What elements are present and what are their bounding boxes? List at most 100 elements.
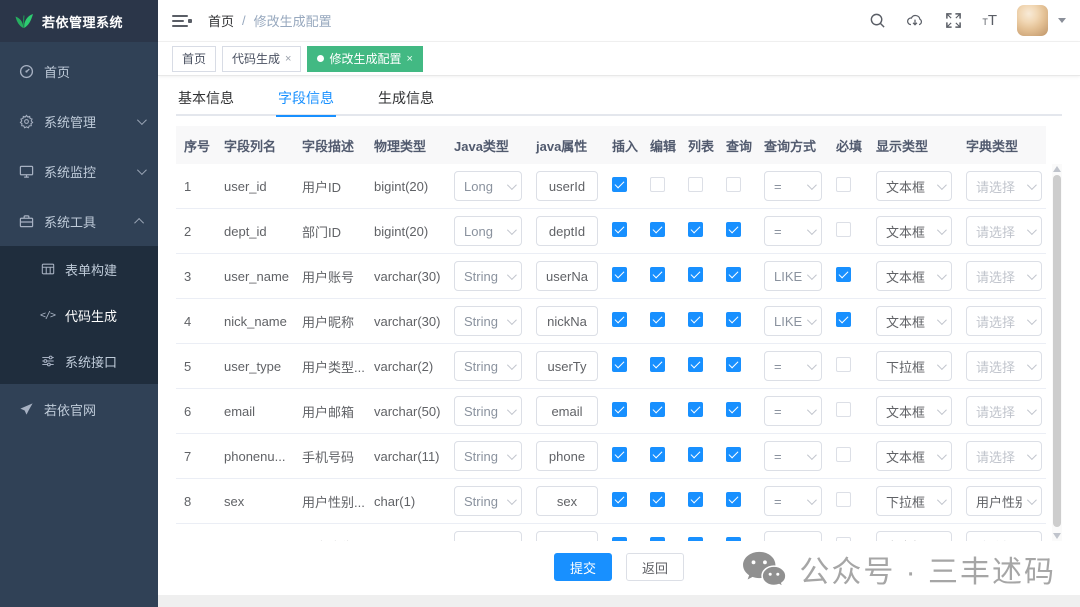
- sidebar-item-ruoyi-website[interactable]: 若依官网: [0, 384, 158, 434]
- java-field-input[interactable]: deptId: [536, 216, 598, 246]
- java-field-input[interactable]: phone: [536, 441, 598, 471]
- java-field-input[interactable]: nickNa: [536, 306, 598, 336]
- query-type-select[interactable]: =: [764, 531, 822, 541]
- edit-checkbox[interactable]: [650, 447, 665, 462]
- java-type-select[interactable]: String: [454, 261, 522, 291]
- display-type-select[interactable]: 文本框: [876, 306, 952, 336]
- query-type-select[interactable]: =: [764, 216, 822, 246]
- query-type-select[interactable]: LIKE: [764, 261, 822, 291]
- font-size-icon[interactable]: TT: [982, 13, 997, 28]
- scrollbar-thumb[interactable]: [1053, 175, 1061, 527]
- query-checkbox[interactable]: [726, 267, 741, 282]
- list-checkbox[interactable]: [688, 267, 703, 282]
- java-field-input[interactable]: userNa: [536, 261, 598, 291]
- query-checkbox[interactable]: [726, 492, 741, 507]
- insert-checkbox[interactable]: [612, 447, 627, 462]
- dict-type-select[interactable]: 请选择: [966, 351, 1042, 381]
- dict-type-select[interactable]: 用户性别: [966, 486, 1042, 516]
- scroll-down-arrow-icon[interactable]: [1053, 533, 1061, 539]
- query-type-select[interactable]: =: [764, 171, 822, 201]
- java-field-input[interactable]: userTy: [536, 351, 598, 381]
- display-type-select[interactable]: 文本框: [876, 171, 952, 201]
- insert-checkbox[interactable]: [612, 267, 627, 282]
- close-icon[interactable]: ×: [285, 53, 291, 65]
- tag-home[interactable]: 首页: [172, 46, 216, 72]
- query-type-select[interactable]: =: [764, 441, 822, 471]
- display-type-select[interactable]: 文本框: [876, 216, 952, 246]
- query-type-select[interactable]: =: [764, 351, 822, 381]
- java-field-input[interactable]: userId: [536, 171, 598, 201]
- required-checkbox[interactable]: [836, 177, 851, 192]
- submit-button[interactable]: 提交: [554, 553, 612, 581]
- java-type-select[interactable]: String: [454, 441, 522, 471]
- query-type-select[interactable]: LIKE: [764, 306, 822, 336]
- java-type-select[interactable]: String: [454, 531, 522, 541]
- dict-type-select[interactable]: 请选择: [966, 171, 1042, 201]
- tag-edit-gen-config[interactable]: 修改生成配置 ×: [307, 46, 422, 72]
- display-type-select[interactable]: 下拉框: [876, 351, 952, 381]
- list-checkbox[interactable]: [688, 177, 703, 192]
- display-type-select[interactable]: 文本框: [876, 531, 952, 541]
- fullscreen-icon[interactable]: [944, 12, 962, 30]
- required-checkbox[interactable]: [836, 267, 851, 282]
- list-checkbox[interactable]: [688, 447, 703, 462]
- query-checkbox[interactable]: [726, 222, 741, 237]
- display-type-select[interactable]: 文本框: [876, 396, 952, 426]
- query-type-select[interactable]: =: [764, 396, 822, 426]
- dict-type-select[interactable]: 请选择: [966, 441, 1042, 471]
- java-field-input[interactable]: avatar: [536, 531, 598, 541]
- list-checkbox[interactable]: [688, 492, 703, 507]
- cloud-download-icon[interactable]: [906, 12, 924, 30]
- sidebar-item-system-tools[interactable]: 系统工具: [0, 196, 158, 246]
- sidebar-item-system-management[interactable]: 系统管理: [0, 96, 158, 146]
- insert-checkbox[interactable]: [612, 402, 627, 417]
- dict-type-select[interactable]: 请选择: [966, 396, 1042, 426]
- sidebar-collapse-icon[interactable]: [172, 13, 192, 29]
- java-field-input[interactable]: email: [536, 396, 598, 426]
- edit-checkbox[interactable]: [650, 177, 665, 192]
- sidebar-item-code-generation[interactable]: </> 代码生成: [0, 292, 158, 338]
- sidebar-item-form-builder[interactable]: 表单构建: [0, 246, 158, 292]
- java-type-select[interactable]: String: [454, 351, 522, 381]
- required-checkbox[interactable]: [836, 492, 851, 507]
- required-checkbox[interactable]: [836, 312, 851, 327]
- list-checkbox[interactable]: [688, 357, 703, 372]
- tab-generate-info[interactable]: 生成信息: [376, 81, 436, 115]
- edit-checkbox[interactable]: [650, 312, 665, 327]
- insert-checkbox[interactable]: [612, 492, 627, 507]
- required-checkbox[interactable]: [836, 222, 851, 237]
- display-type-select[interactable]: 下拉框: [876, 486, 952, 516]
- avatar[interactable]: [1017, 5, 1048, 36]
- edit-checkbox[interactable]: [650, 222, 665, 237]
- query-type-select[interactable]: =: [764, 486, 822, 516]
- display-type-select[interactable]: 文本框: [876, 261, 952, 291]
- dict-type-select[interactable]: 请选择: [966, 216, 1042, 246]
- query-checkbox[interactable]: [726, 402, 741, 417]
- query-checkbox[interactable]: [726, 357, 741, 372]
- edit-checkbox[interactable]: [650, 492, 665, 507]
- sidebar-item-home[interactable]: 首页: [0, 46, 158, 96]
- java-type-select[interactable]: Long: [454, 216, 522, 246]
- list-checkbox[interactable]: [688, 222, 703, 237]
- tab-basic-info[interactable]: 基本信息: [176, 81, 236, 115]
- sidebar-item-system-monitor[interactable]: 系统监控: [0, 146, 158, 196]
- java-type-select[interactable]: String: [454, 306, 522, 336]
- dict-type-select[interactable]: 请选择: [966, 531, 1042, 541]
- edit-checkbox[interactable]: [650, 267, 665, 282]
- close-icon[interactable]: ×: [406, 53, 412, 65]
- list-checkbox[interactable]: [688, 402, 703, 417]
- sidebar-item-system-api[interactable]: 系统接口: [0, 338, 158, 384]
- query-checkbox[interactable]: [726, 312, 741, 327]
- dict-type-select[interactable]: 请选择: [966, 261, 1042, 291]
- display-type-select[interactable]: 文本框: [876, 441, 952, 471]
- caret-down-icon[interactable]: [1058, 18, 1066, 23]
- edit-checkbox[interactable]: [650, 402, 665, 417]
- edit-checkbox[interactable]: [650, 357, 665, 372]
- java-type-select[interactable]: String: [454, 486, 522, 516]
- scroll-up-arrow-icon[interactable]: [1053, 166, 1061, 172]
- query-checkbox[interactable]: [726, 177, 741, 192]
- insert-checkbox[interactable]: [612, 312, 627, 327]
- tag-code-generation[interactable]: 代码生成 ×: [222, 46, 301, 72]
- insert-checkbox[interactable]: [612, 222, 627, 237]
- required-checkbox[interactable]: [836, 447, 851, 462]
